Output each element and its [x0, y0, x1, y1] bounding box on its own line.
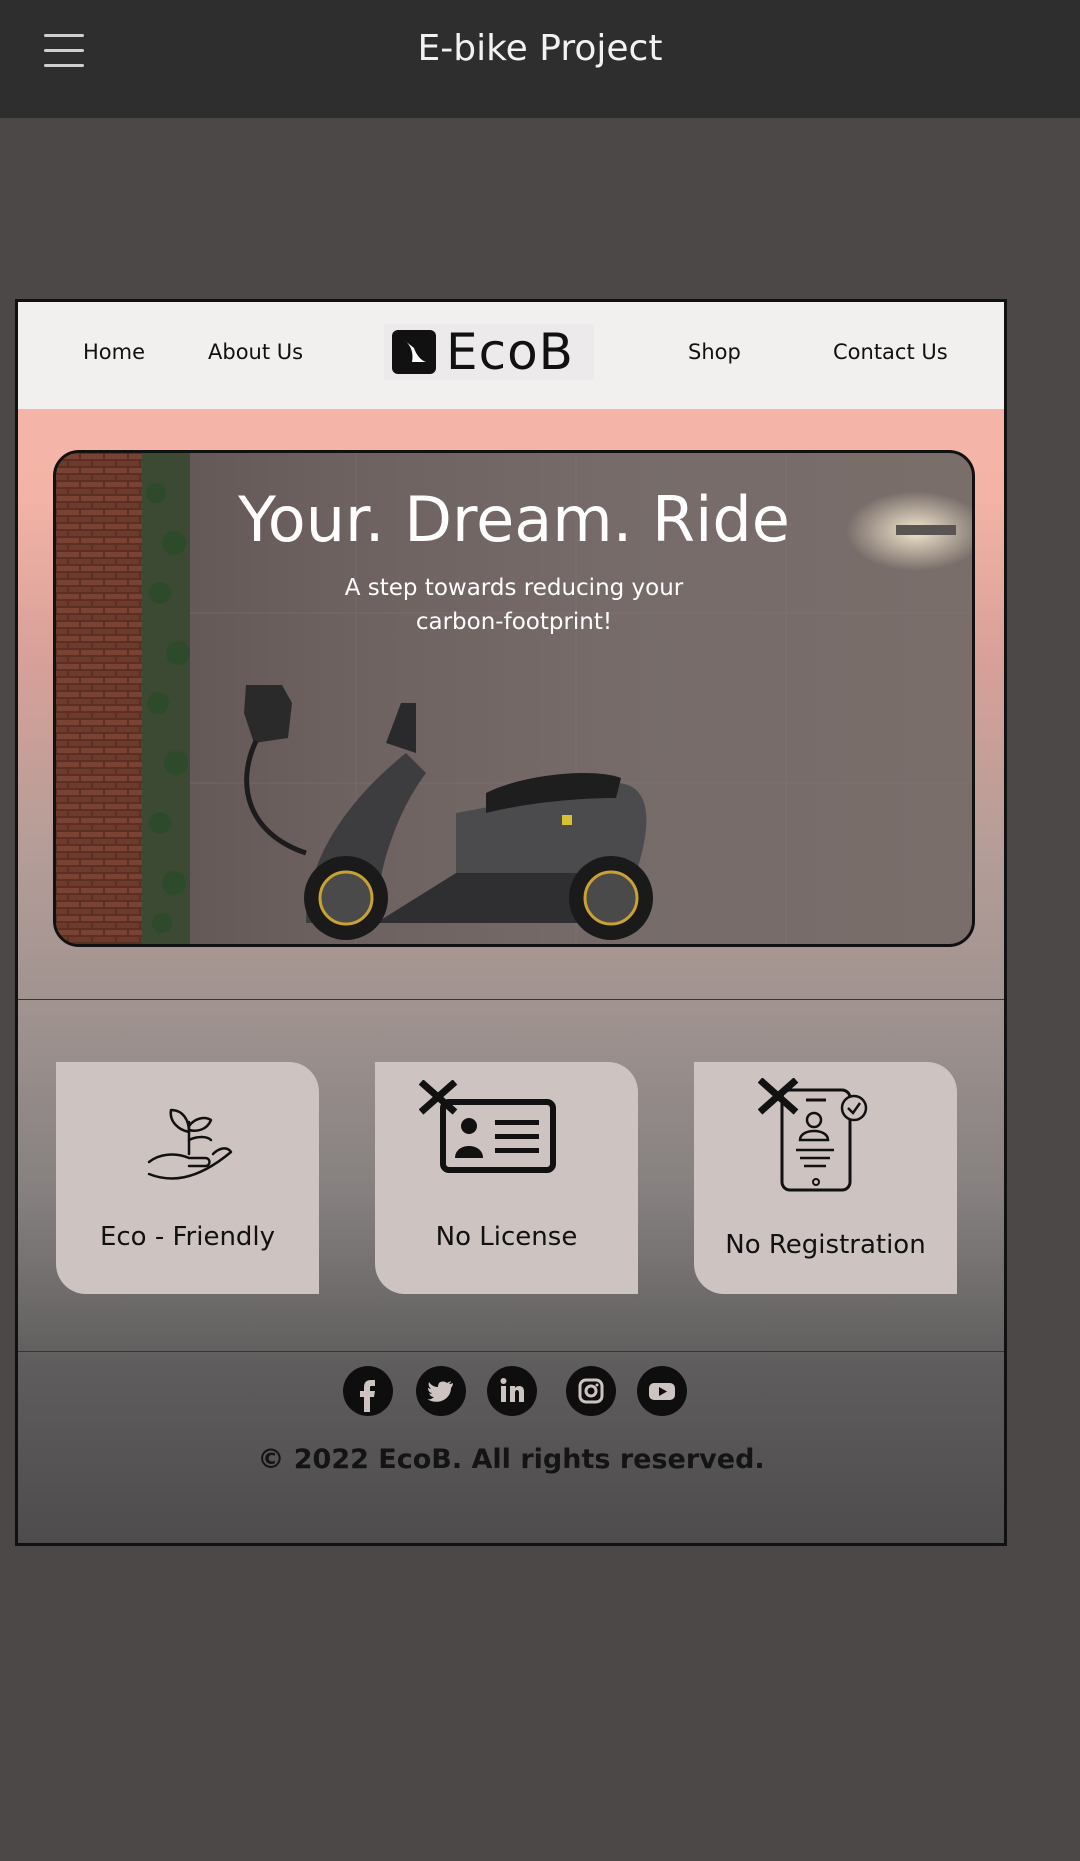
phone-registration-icon: [758, 1078, 868, 1192]
logo-mark-icon: [392, 330, 436, 374]
website-preview: Home About Us EcoB Shop Contact Us Your.…: [15, 299, 1007, 1546]
facebook-icon[interactable]: [343, 1366, 393, 1416]
nav-contact-link[interactable]: Contact Us: [833, 340, 948, 364]
section-divider: [18, 999, 1004, 1000]
feature-label: Eco - Friendly: [99, 1222, 276, 1252]
nav-shop-link[interactable]: Shop: [688, 340, 741, 364]
feature-card-no-license: No License: [375, 1062, 638, 1294]
logo-text: EcoB: [446, 323, 574, 381]
copyright-text: © 2022 EcoB. All rights reserved.: [257, 1444, 765, 1475]
app-bar: E-bike Project: [0, 0, 1080, 118]
feature-label: No License: [435, 1222, 578, 1252]
feature-label: No Registration: [725, 1230, 926, 1260]
nav-about-link[interactable]: About Us: [208, 340, 303, 364]
footer-divider: [18, 1351, 1004, 1352]
instagram-icon[interactable]: [566, 1366, 616, 1416]
plant-in-hand-icon: [147, 1108, 233, 1180]
ecob-logo[interactable]: EcoB: [384, 324, 594, 380]
nav-home-link[interactable]: Home: [83, 340, 145, 364]
twitter-icon[interactable]: [416, 1366, 466, 1416]
feature-card-no-registration: No Registration: [694, 1062, 957, 1294]
feature-card-eco-friendly: Eco - Friendly: [56, 1062, 319, 1294]
app-title: E-bike Project: [417, 28, 663, 69]
youtube-icon[interactable]: [637, 1366, 687, 1416]
hero-banner: Your. Dream. Ride A step towards reducin…: [53, 450, 975, 947]
site-navbar: Home About Us EcoB Shop Contact Us: [18, 302, 1004, 409]
hero-title: Your. Dream. Ride: [238, 483, 790, 556]
hero-subtitle: A step towards reducing your carbon-foot…: [344, 575, 684, 635]
id-card-icon: [419, 1080, 556, 1173]
linkedin-icon[interactable]: [487, 1366, 537, 1416]
